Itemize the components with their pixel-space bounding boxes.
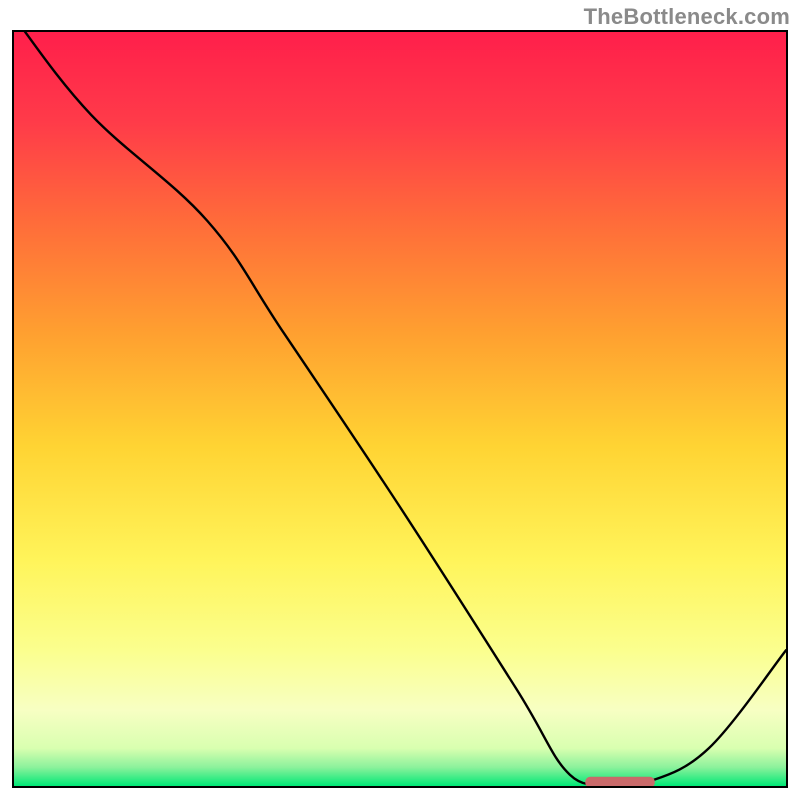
bottleneck-curve <box>14 32 786 785</box>
chart-curve-layer <box>14 32 786 786</box>
chart-container: TheBottleneck.com <box>0 0 800 800</box>
plot-frame <box>12 30 788 788</box>
watermark-text: TheBottleneck.com <box>584 4 790 30</box>
minimum-marker <box>585 777 654 786</box>
